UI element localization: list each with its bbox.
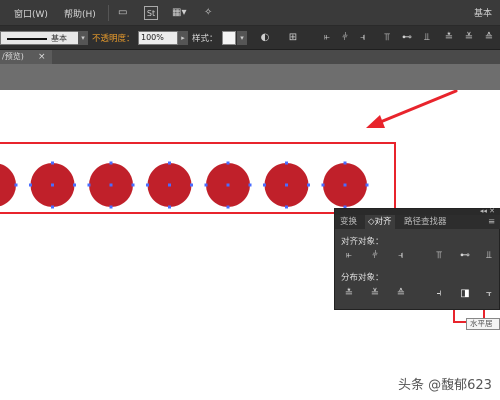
control-bar: 基本 ▾ 不透明度： 100% ▸ 样式： ▾ ◐ ⊞ ⫦ ⫩ ⫣ ⫪ ⊷ ⫫ …: [0, 26, 500, 50]
circle-shape[interactable]: [146, 161, 193, 209]
align-left-edge-icon[interactable]: ⫦: [341, 249, 357, 263]
circle-fill[interactable]: [0, 163, 16, 207]
distribute-objects-label: 分布对象：: [341, 273, 384, 283]
align-horizontal-center-icon[interactable]: ⫩: [367, 249, 383, 263]
annotation-arrow: [366, 90, 458, 128]
pasteboard-strip: [0, 64, 500, 90]
anchor-point[interactable]: [87, 183, 91, 187]
anchor-point[interactable]: [168, 205, 171, 209]
anchor-point[interactable]: [204, 183, 208, 187]
panel-tab-bar: 变换 ◇对齐 路径查找器 ≡: [335, 215, 500, 229]
circle-shape[interactable]: [0, 162, 18, 209]
anchor-point[interactable]: [285, 205, 288, 209]
anchor-point[interactable]: [109, 183, 113, 187]
align-vertical-center-icon[interactable]: ⊷: [457, 249, 473, 263]
align-left-icon[interactable]: ⫦: [320, 31, 334, 45]
anchor-point[interactable]: [321, 183, 325, 187]
stroke-preview: [7, 38, 47, 40]
distribute-bottom-edge-icon[interactable]: ≙: [393, 287, 409, 301]
align-bottom-edge-icon[interactable]: ⫫: [481, 249, 497, 263]
opacity-label[interactable]: 不透明度：: [92, 32, 135, 44]
anchor-point[interactable]: [51, 205, 54, 209]
graphic-style-swatch[interactable]: [222, 31, 236, 45]
chevron-right-icon[interactable]: ▸: [178, 31, 188, 45]
distribute-top-icon[interactable]: ≛: [442, 31, 456, 45]
anchor-point[interactable]: [285, 183, 288, 187]
anchor-point[interactable]: [168, 161, 171, 165]
anchor-point[interactable]: [226, 161, 230, 165]
panel-collapse-icon[interactable]: ◂◂ ✕: [480, 207, 495, 215]
align-objects-label: 对齐对象：: [341, 237, 384, 247]
circle-shape[interactable]: [29, 161, 76, 209]
anchor-point[interactable]: [73, 183, 76, 187]
circle-shape[interactable]: [321, 161, 369, 209]
anchor-point[interactable]: [343, 161, 347, 165]
anchor-point[interactable]: [146, 183, 149, 187]
panel-menu-icon[interactable]: ≡: [485, 215, 498, 229]
document-tab-label: /预览): [2, 52, 24, 61]
gpu-icon[interactable]: ✧: [204, 6, 212, 20]
tab-transform[interactable]: 变换: [337, 215, 360, 229]
align-top-icon[interactable]: ⫪: [380, 31, 394, 45]
anchor-point[interactable]: [263, 183, 266, 187]
distribute-center-icon[interactable]: ≚: [462, 31, 476, 45]
align-top-edge-icon[interactable]: ⫪: [431, 249, 447, 263]
tab-pathfinder[interactable]: 路径查找器: [401, 215, 450, 229]
recolor-icon[interactable]: ◐: [258, 31, 272, 45]
opacity-input[interactable]: 100%: [138, 31, 178, 45]
bridge-icon[interactable]: ▭: [118, 6, 127, 20]
anchor-point[interactable]: [190, 183, 193, 187]
distribute-right-edge-icon[interactable]: ⫟: [481, 287, 497, 301]
align-bottom-icon[interactable]: ⫫: [420, 31, 434, 45]
anchor-point[interactable]: [365, 183, 369, 187]
chevron-down-icon[interactable]: ▾: [78, 31, 88, 45]
anchor-point[interactable]: [29, 183, 32, 187]
tooltip: 水平居中分布: [466, 318, 500, 330]
anchor-point[interactable]: [109, 205, 113, 209]
align-center-icon[interactable]: ⫩: [338, 31, 352, 45]
document-tab-bar: /预览) ×: [0, 50, 500, 64]
anchor-point[interactable]: [248, 183, 252, 187]
anchor-point[interactable]: [168, 183, 171, 187]
distribute-bottom-icon[interactable]: ≙: [482, 31, 496, 45]
anchor-point[interactable]: [226, 183, 230, 187]
align-right-icon[interactable]: ⫣: [356, 31, 370, 45]
distribute-top-edge-icon[interactable]: ≛: [341, 287, 357, 301]
menubar-divider: [108, 5, 109, 21]
menu-window[interactable]: 窗口(W): [14, 7, 48, 20]
anchor-point[interactable]: [307, 183, 310, 187]
transform-icon[interactable]: ⊞: [286, 31, 300, 45]
tab-align[interactable]: ◇对齐: [365, 215, 395, 229]
chevron-down-icon[interactable]: ▾: [237, 31, 247, 45]
distribute-horizontal-center-icon[interactable]: ◨: [457, 287, 473, 301]
anchor-point[interactable]: [14, 183, 18, 187]
align-right-edge-icon[interactable]: ⫣: [393, 249, 409, 263]
anchor-point[interactable]: [109, 161, 113, 165]
anchor-point[interactable]: [285, 161, 288, 165]
stroke-profile-label: 基本: [51, 34, 67, 43]
style-label: 样式：: [192, 34, 218, 44]
anchor-point[interactable]: [51, 161, 54, 165]
align-middle-icon[interactable]: ⊷: [400, 31, 414, 45]
anchor-point[interactable]: [51, 183, 54, 187]
align-panel: ◂◂ ✕ 变换 ◇对齐 路径查找器 ≡ 对齐对象： ⫦ ⫩ ⫣ ⫪ ⊷ ⫫ 分布…: [334, 207, 500, 310]
arrange-documents-icon[interactable]: ▦▾: [172, 6, 186, 20]
anchor-point[interactable]: [131, 183, 135, 187]
circle-shape[interactable]: [204, 161, 252, 209]
menu-bar: 窗口(W) 帮助(H) ▭ St ▦▾ ✧ 基本: [0, 0, 500, 26]
distribute-left-edge-icon[interactable]: ⫞: [431, 287, 447, 301]
stock-badge[interactable]: St: [144, 6, 158, 20]
watermark-text: 头条 @馥郁623: [398, 378, 492, 393]
anchor-point[interactable]: [343, 183, 347, 187]
close-icon[interactable]: ×: [38, 50, 46, 64]
workspace-switcher[interactable]: 基本: [474, 6, 492, 19]
distribute-vertical-center-icon[interactable]: ≚: [367, 287, 383, 301]
stroke-profile-selector[interactable]: 基本: [0, 31, 88, 45]
menu-help[interactable]: 帮助(H): [64, 7, 96, 20]
anchor-point[interactable]: [226, 205, 230, 209]
circle-row[interactable]: [0, 161, 369, 209]
circle-shape[interactable]: [87, 161, 135, 209]
circle-shape[interactable]: [263, 161, 310, 209]
document-tab[interactable]: /预览) ×: [0, 50, 52, 64]
